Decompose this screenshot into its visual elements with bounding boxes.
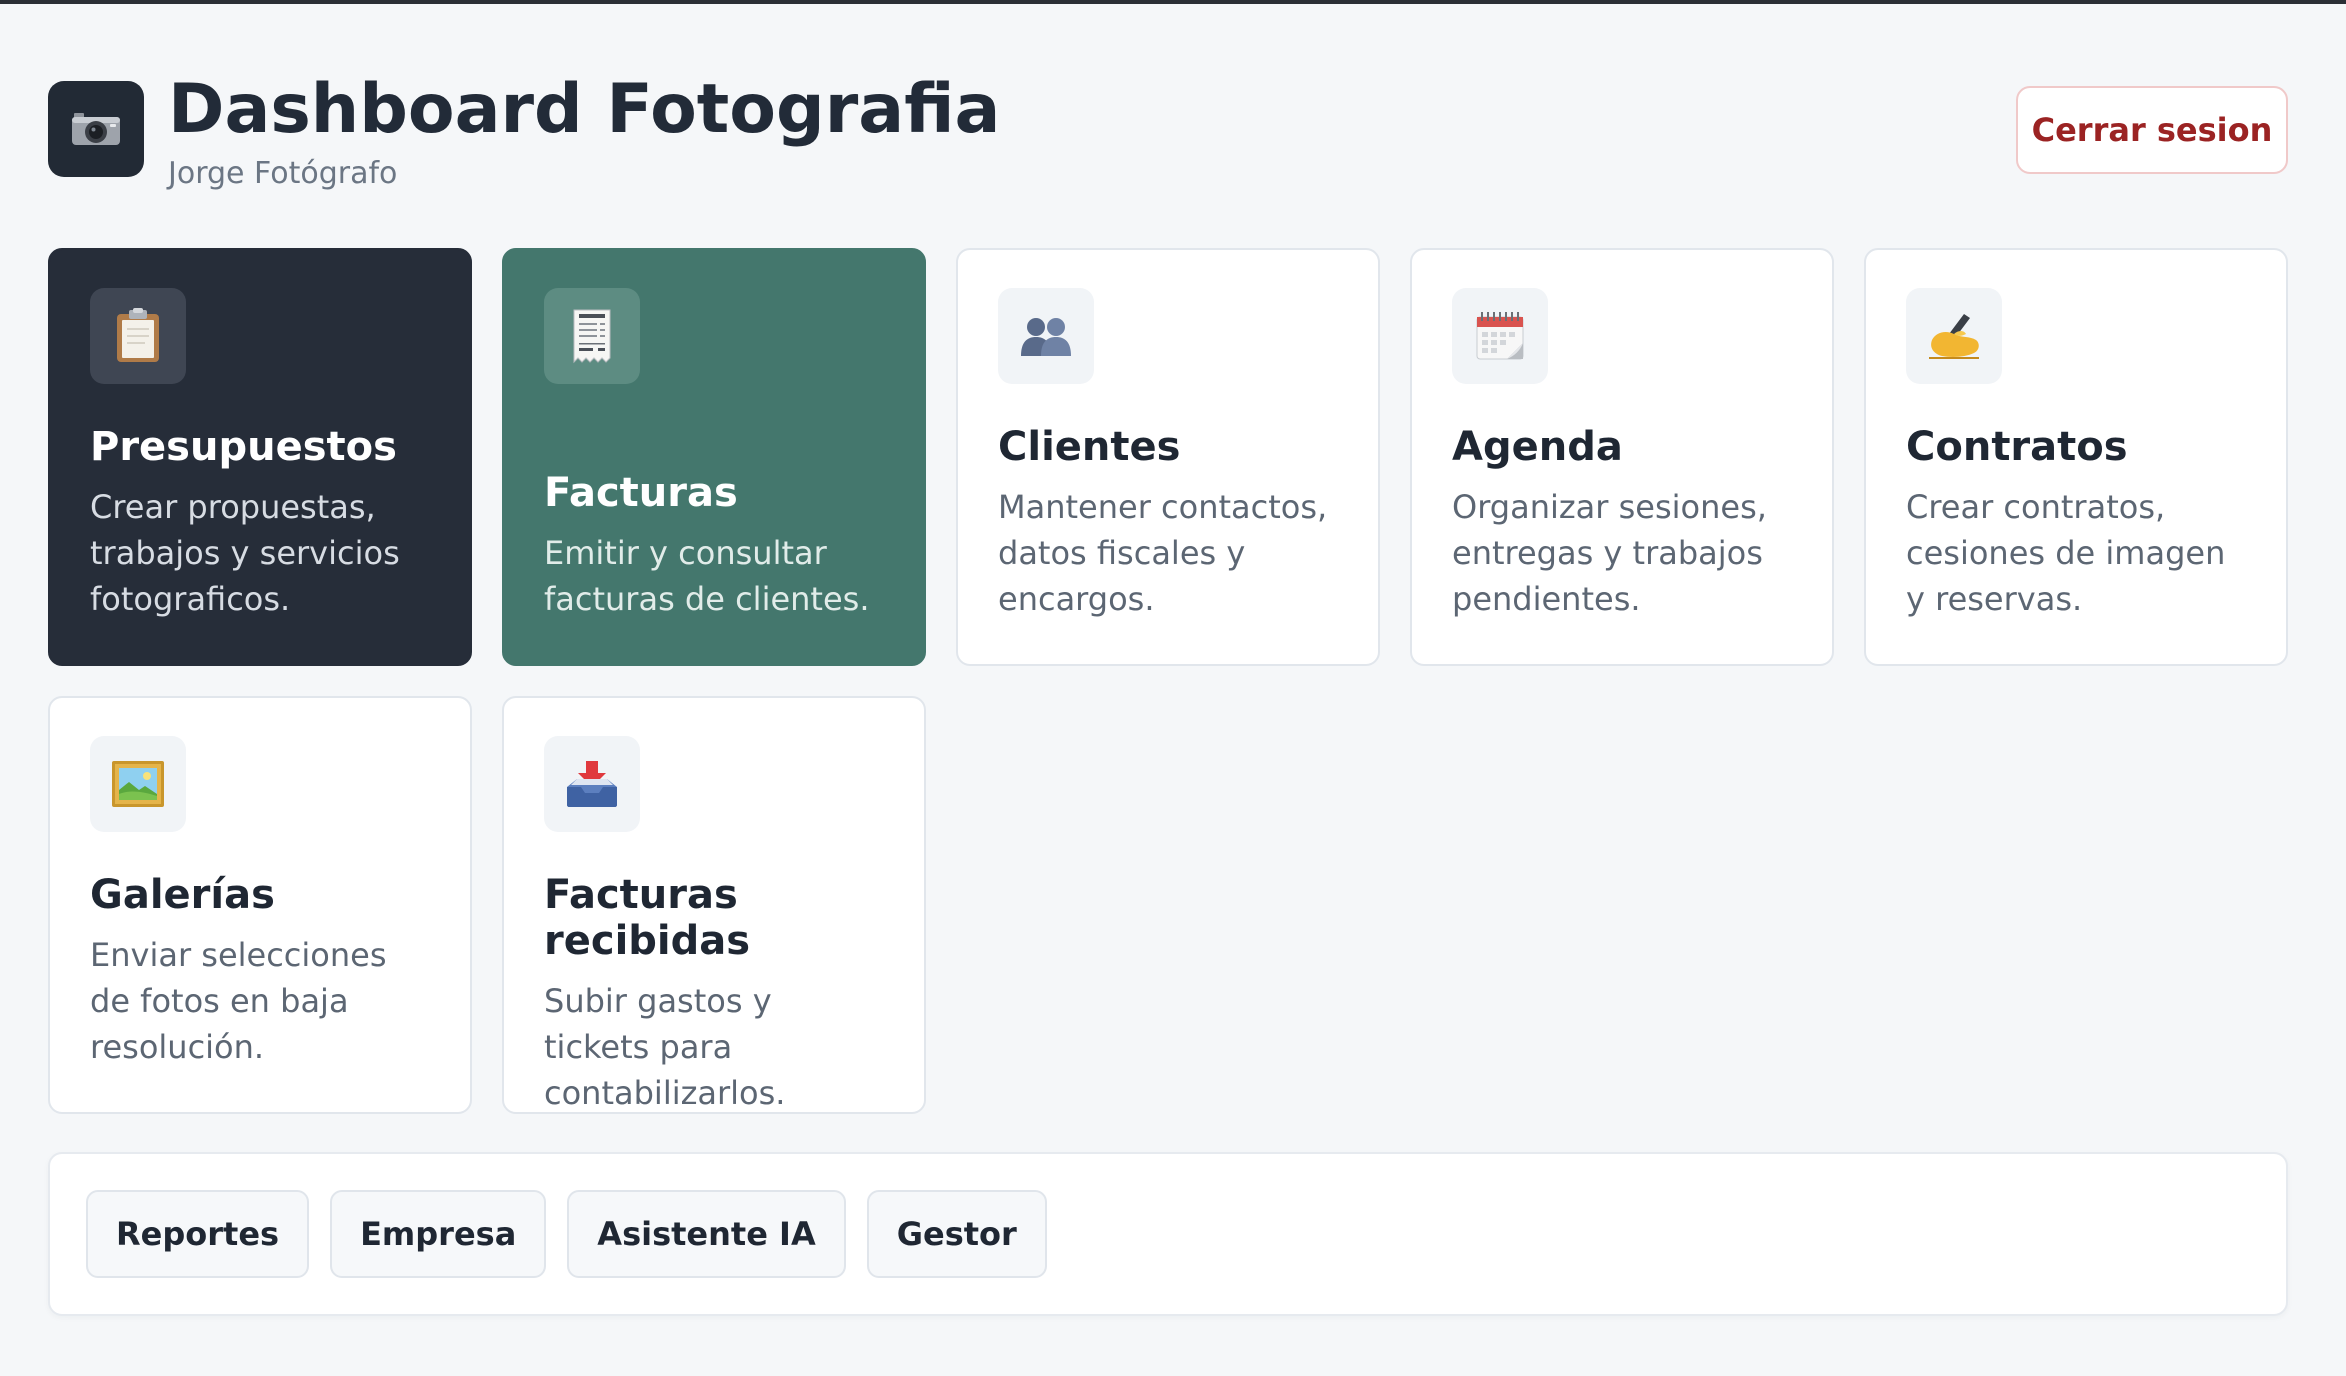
empresa-button[interactable]: Empresa: [330, 1190, 547, 1278]
logout-button[interactable]: Cerrar sesion: [2016, 86, 2288, 174]
module-card-presupuestos[interactable]: Presupuestos Crear propuestas, trabajos …: [48, 248, 472, 666]
module-title: Facturas recibidas: [544, 872, 751, 964]
camera-icon: [72, 113, 120, 145]
module-description: Organizar sesiones, entregas y trabajos …: [1452, 488, 1767, 618]
module-icon-box: [544, 736, 640, 832]
module-icon-box: [1906, 288, 2002, 384]
module-description: Emitir y consultar facturas de clientes.: [544, 534, 870, 618]
asistente-ia-button[interactable]: Asistente IA: [567, 1190, 846, 1278]
people-icon: [1021, 318, 1071, 356]
module-icon-box: [544, 288, 640, 384]
framed-picture-icon: [112, 761, 164, 807]
receipt-icon: [573, 309, 611, 364]
module-icon-box: [90, 288, 186, 384]
module-title: Contratos: [1906, 424, 2128, 470]
module-title: Presupuestos: [90, 424, 397, 470]
secondary-nav-panel: Reportes Empresa Asistente IA Gestor: [48, 1152, 2288, 1316]
module-description: Crear propuestas, trabajos y servicios f…: [90, 488, 400, 618]
inbox-tray-icon: [567, 761, 617, 807]
top-border: [0, 0, 2346, 4]
app-logo: [48, 81, 144, 177]
secondary-nav: Reportes Empresa Asistente IA Gestor: [86, 1190, 2286, 1278]
module-icon-box: [998, 288, 1094, 384]
module-description: Mantener contactos, datos fiscales y enc…: [998, 488, 1328, 618]
calendar-icon: [1476, 312, 1524, 360]
module-card-facturas[interactable]: Facturas Emitir y consultar facturas de …: [502, 248, 926, 666]
module-card-facturas-recibidas[interactable]: Facturas recibidas Subir gastos y ticket…: [502, 696, 926, 1114]
page-header: Dashboard Fotografia Jorge Fotógrafo Cer…: [48, 70, 2288, 200]
module-description: Enviar selecciones de fotos en baja reso…: [90, 936, 387, 1066]
module-title: Galerías: [90, 872, 275, 918]
module-icon-box: [1452, 288, 1548, 384]
module-description: Crear contratos, cesiones de imagen y re…: [1906, 488, 2226, 618]
module-description: Subir gastos y tickets para contabilizar…: [544, 982, 786, 1112]
module-title: Agenda: [1452, 424, 1623, 470]
gestor-button[interactable]: Gestor: [866, 1190, 1047, 1278]
modules-grid: Presupuestos Crear propuestas, trabajos …: [48, 248, 2288, 1114]
clipboard-icon: [117, 308, 159, 362]
module-card-galerias[interactable]: Galerías Enviar selecciones de fotos en …: [48, 696, 472, 1114]
module-card-agenda[interactable]: Agenda Organizar sesiones, entregas y tr…: [1410, 248, 1834, 666]
writing-hand-icon: [1929, 314, 1979, 359]
module-icon-box: [90, 736, 186, 832]
module-card-contratos[interactable]: Contratos Crear contratos, cesiones de i…: [1864, 248, 2288, 666]
module-title: Facturas: [544, 470, 738, 516]
module-title: Clientes: [998, 424, 1181, 470]
user-name: Jorge Fotógrafo: [168, 156, 398, 191]
reportes-button[interactable]: Reportes: [86, 1190, 310, 1278]
page-title: Dashboard Fotografia: [168, 70, 1001, 149]
module-card-clientes[interactable]: Clientes Mantener contactos, datos fisca…: [956, 248, 1380, 666]
